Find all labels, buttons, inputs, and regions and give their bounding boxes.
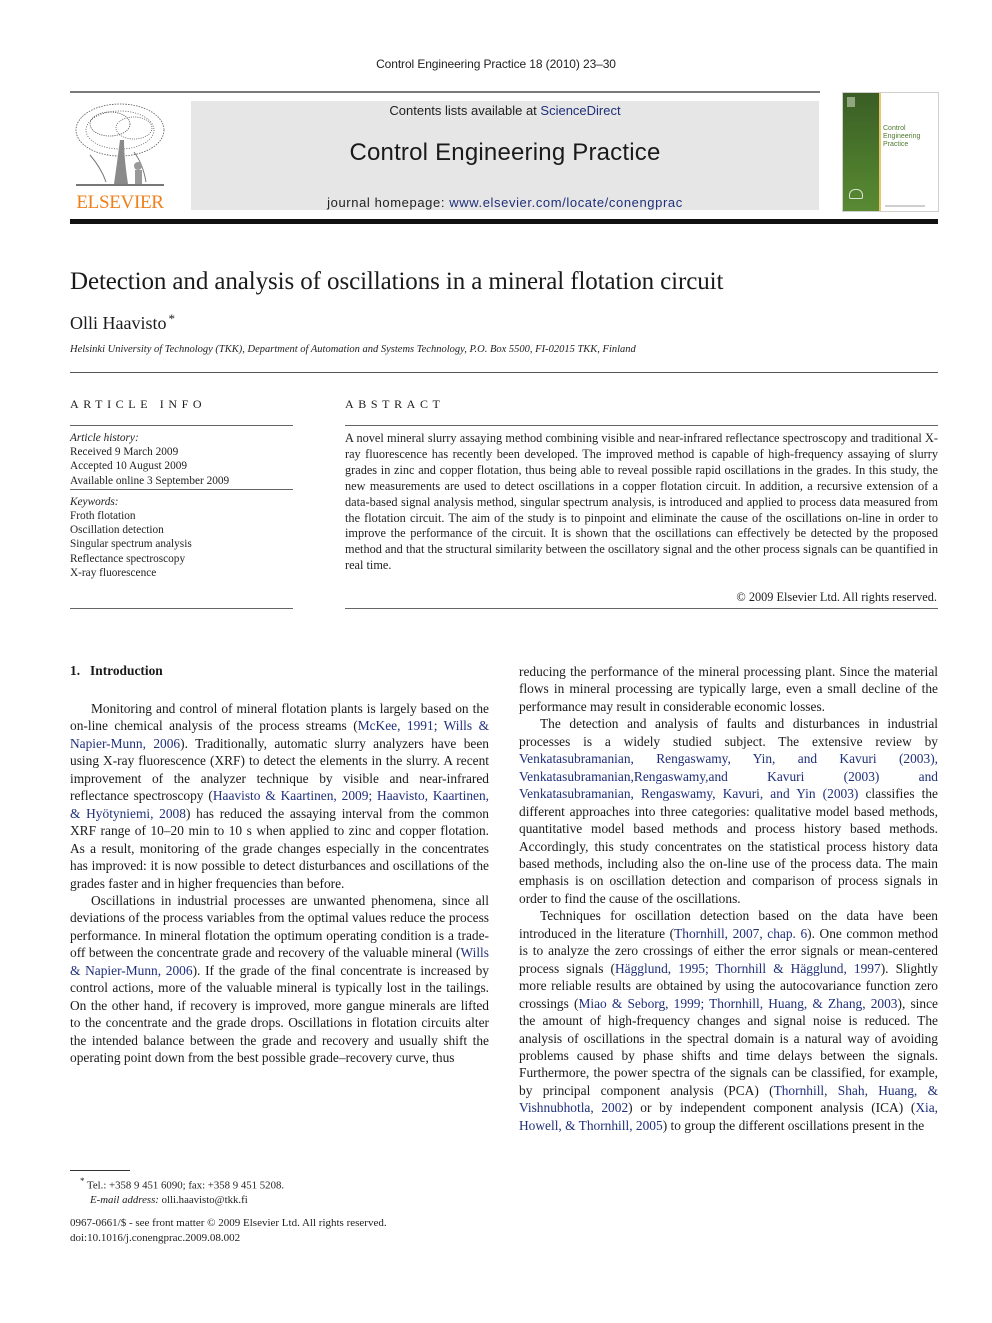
footnote: * Tel.: +358 9 451 6090; fax: +358 9 451…	[80, 1174, 284, 1208]
history-rule	[70, 488, 293, 490]
text-run: ). If the grade of the final concentrate…	[70, 962, 489, 1066]
cover-title-line: Practice	[883, 141, 909, 148]
body-column-left: Monitoring and control of mineral flotat…	[70, 700, 489, 1067]
history-accepted: Accepted 10 August 2009	[70, 460, 188, 473]
elsevier-emblem-icon	[847, 97, 855, 107]
doi[interactable]: doi:10.1016/j.conengprac.2009.08.002	[70, 1231, 387, 1246]
journal-title: Control Engineering Practice	[349, 139, 661, 166]
author-name[interactable]: Olli Haavisto	[70, 313, 167, 333]
section-title: Introduction	[90, 663, 163, 678]
article-info-heading: ARTICLE INFO	[70, 397, 207, 411]
keyword: Singular spectrum analysis	[70, 538, 192, 551]
history-label: Article history:	[70, 432, 139, 444]
issn-line: 0967-0661/$ - see front matter © 2009 El…	[70, 1217, 387, 1229]
keyword: Oscillation detection	[70, 524, 164, 537]
citation-link[interactable]: Thornhill, 2007, chap. 6	[674, 926, 807, 941]
running-head: Control Engineering Practice 18 (2010) 2…	[376, 57, 616, 71]
section-number: 1.	[70, 663, 81, 678]
text-run: The detection and analysis of faults and…	[519, 716, 938, 749]
keyword: Froth flotation	[70, 510, 136, 523]
keyword: Reflectance spectroscopy	[70, 552, 186, 565]
text-run: classifies the different approaches into…	[519, 786, 938, 906]
cover-title: Control Engineering Practice	[883, 125, 920, 149]
abstract-copyright: © 2009 Elsevier Ltd. All rights reserved…	[736, 590, 937, 604]
footnote-mark: *	[80, 1176, 85, 1186]
article-info-rule	[70, 425, 293, 426]
footnote-rule	[70, 1170, 130, 1171]
keywords-label: Keywords:	[70, 495, 119, 508]
citation-link[interactable]: Hägglund, 1995; Thornhill & Hägglund, 19…	[615, 961, 881, 976]
history-received: Received 9 March 2009	[70, 446, 179, 459]
paragraph: Oscillations in industrial processes are…	[70, 892, 489, 1067]
section-heading-introduction: 1. Introduction	[70, 663, 163, 679]
journal-banner: Contents lists available at ScienceDirec…	[191, 101, 819, 210]
footnote-contact: Tel.: +358 9 451 6090; fax: +358 9 451 5…	[87, 1179, 285, 1192]
contents-line: Contents lists available at ScienceDirec…	[191, 103, 819, 118]
text-run: reducing the performance of the mineral …	[519, 664, 938, 714]
elsevier-logo[interactable]: ELSEVIER	[70, 100, 170, 212]
contents-prefix: Contents lists available at	[389, 103, 541, 118]
abstract-text: A novel mineral slurry assaying method c…	[345, 431, 938, 573]
body-column-right: reducing the performance of the mineral …	[519, 663, 938, 1134]
text-run: Oscillations in industrial processes are…	[70, 892, 489, 961]
header-rule	[70, 91, 820, 93]
homepage-prefix: journal homepage:	[327, 195, 450, 210]
paragraph: Monitoring and control of mineral flotat…	[70, 700, 489, 892]
keyword: X-ray fluorescence	[70, 566, 157, 579]
email-address[interactable]: olli.haavisto@tkk.fi	[162, 1194, 248, 1206]
abstract-bottom-rule	[345, 608, 938, 609]
cover-stripe	[879, 93, 881, 211]
abstract-heading: ABSTRACT	[345, 397, 445, 411]
cover-footer	[885, 205, 925, 207]
article-info-bottom-rule	[70, 608, 293, 609]
cover-title-line: Control	[883, 125, 906, 132]
homepage-link[interactable]: www.elsevier.com/locate/conengprac	[449, 195, 683, 210]
paragraph: reducing the performance of the mineral …	[519, 663, 938, 715]
affiliation-rule	[70, 372, 938, 373]
homepage-line: journal homepage: www.elsevier.com/locat…	[191, 195, 819, 210]
text-run: ) to group the different oscillations pr…	[662, 1117, 925, 1133]
author: Olli Haavisto *	[70, 311, 175, 334]
paragraph: The detection and analysis of faults and…	[519, 715, 938, 907]
tree-icon	[75, 103, 165, 186]
author-footnote-mark[interactable]: *	[169, 311, 176, 326]
email-label: E-mail address:	[90, 1194, 159, 1207]
article-info: Article history: Received 9 March 2009 A…	[70, 431, 293, 580]
citation-link[interactable]: Miao & Seborg, 1999; Thornhill, Huang, &…	[578, 996, 897, 1011]
article-title: Detection and analysis of oscillations i…	[70, 268, 724, 295]
ifac-logo-icon	[849, 189, 863, 199]
abstract-rule	[345, 425, 938, 426]
journal-cover-thumbnail[interactable]: Control Engineering Practice	[842, 92, 939, 212]
header-thick-rule	[70, 219, 938, 224]
front-matter: 0967-0661/$ - see front matter © 2009 El…	[70, 1216, 387, 1246]
cover-title-line: Engineering	[883, 133, 921, 140]
paragraph: Techniques for oscillation detection bas…	[519, 907, 938, 1134]
text-run: ) or by independent component analysis (…	[628, 1100, 916, 1116]
elsevier-wordmark: ELSEVIER	[76, 192, 164, 213]
history-online: Available online 3 September 2009	[70, 474, 230, 487]
sciencedirect-link[interactable]: ScienceDirect	[540, 103, 620, 118]
cover-spine	[843, 93, 879, 211]
affiliation: Helsinki University of Technology (TKK),…	[70, 344, 636, 355]
